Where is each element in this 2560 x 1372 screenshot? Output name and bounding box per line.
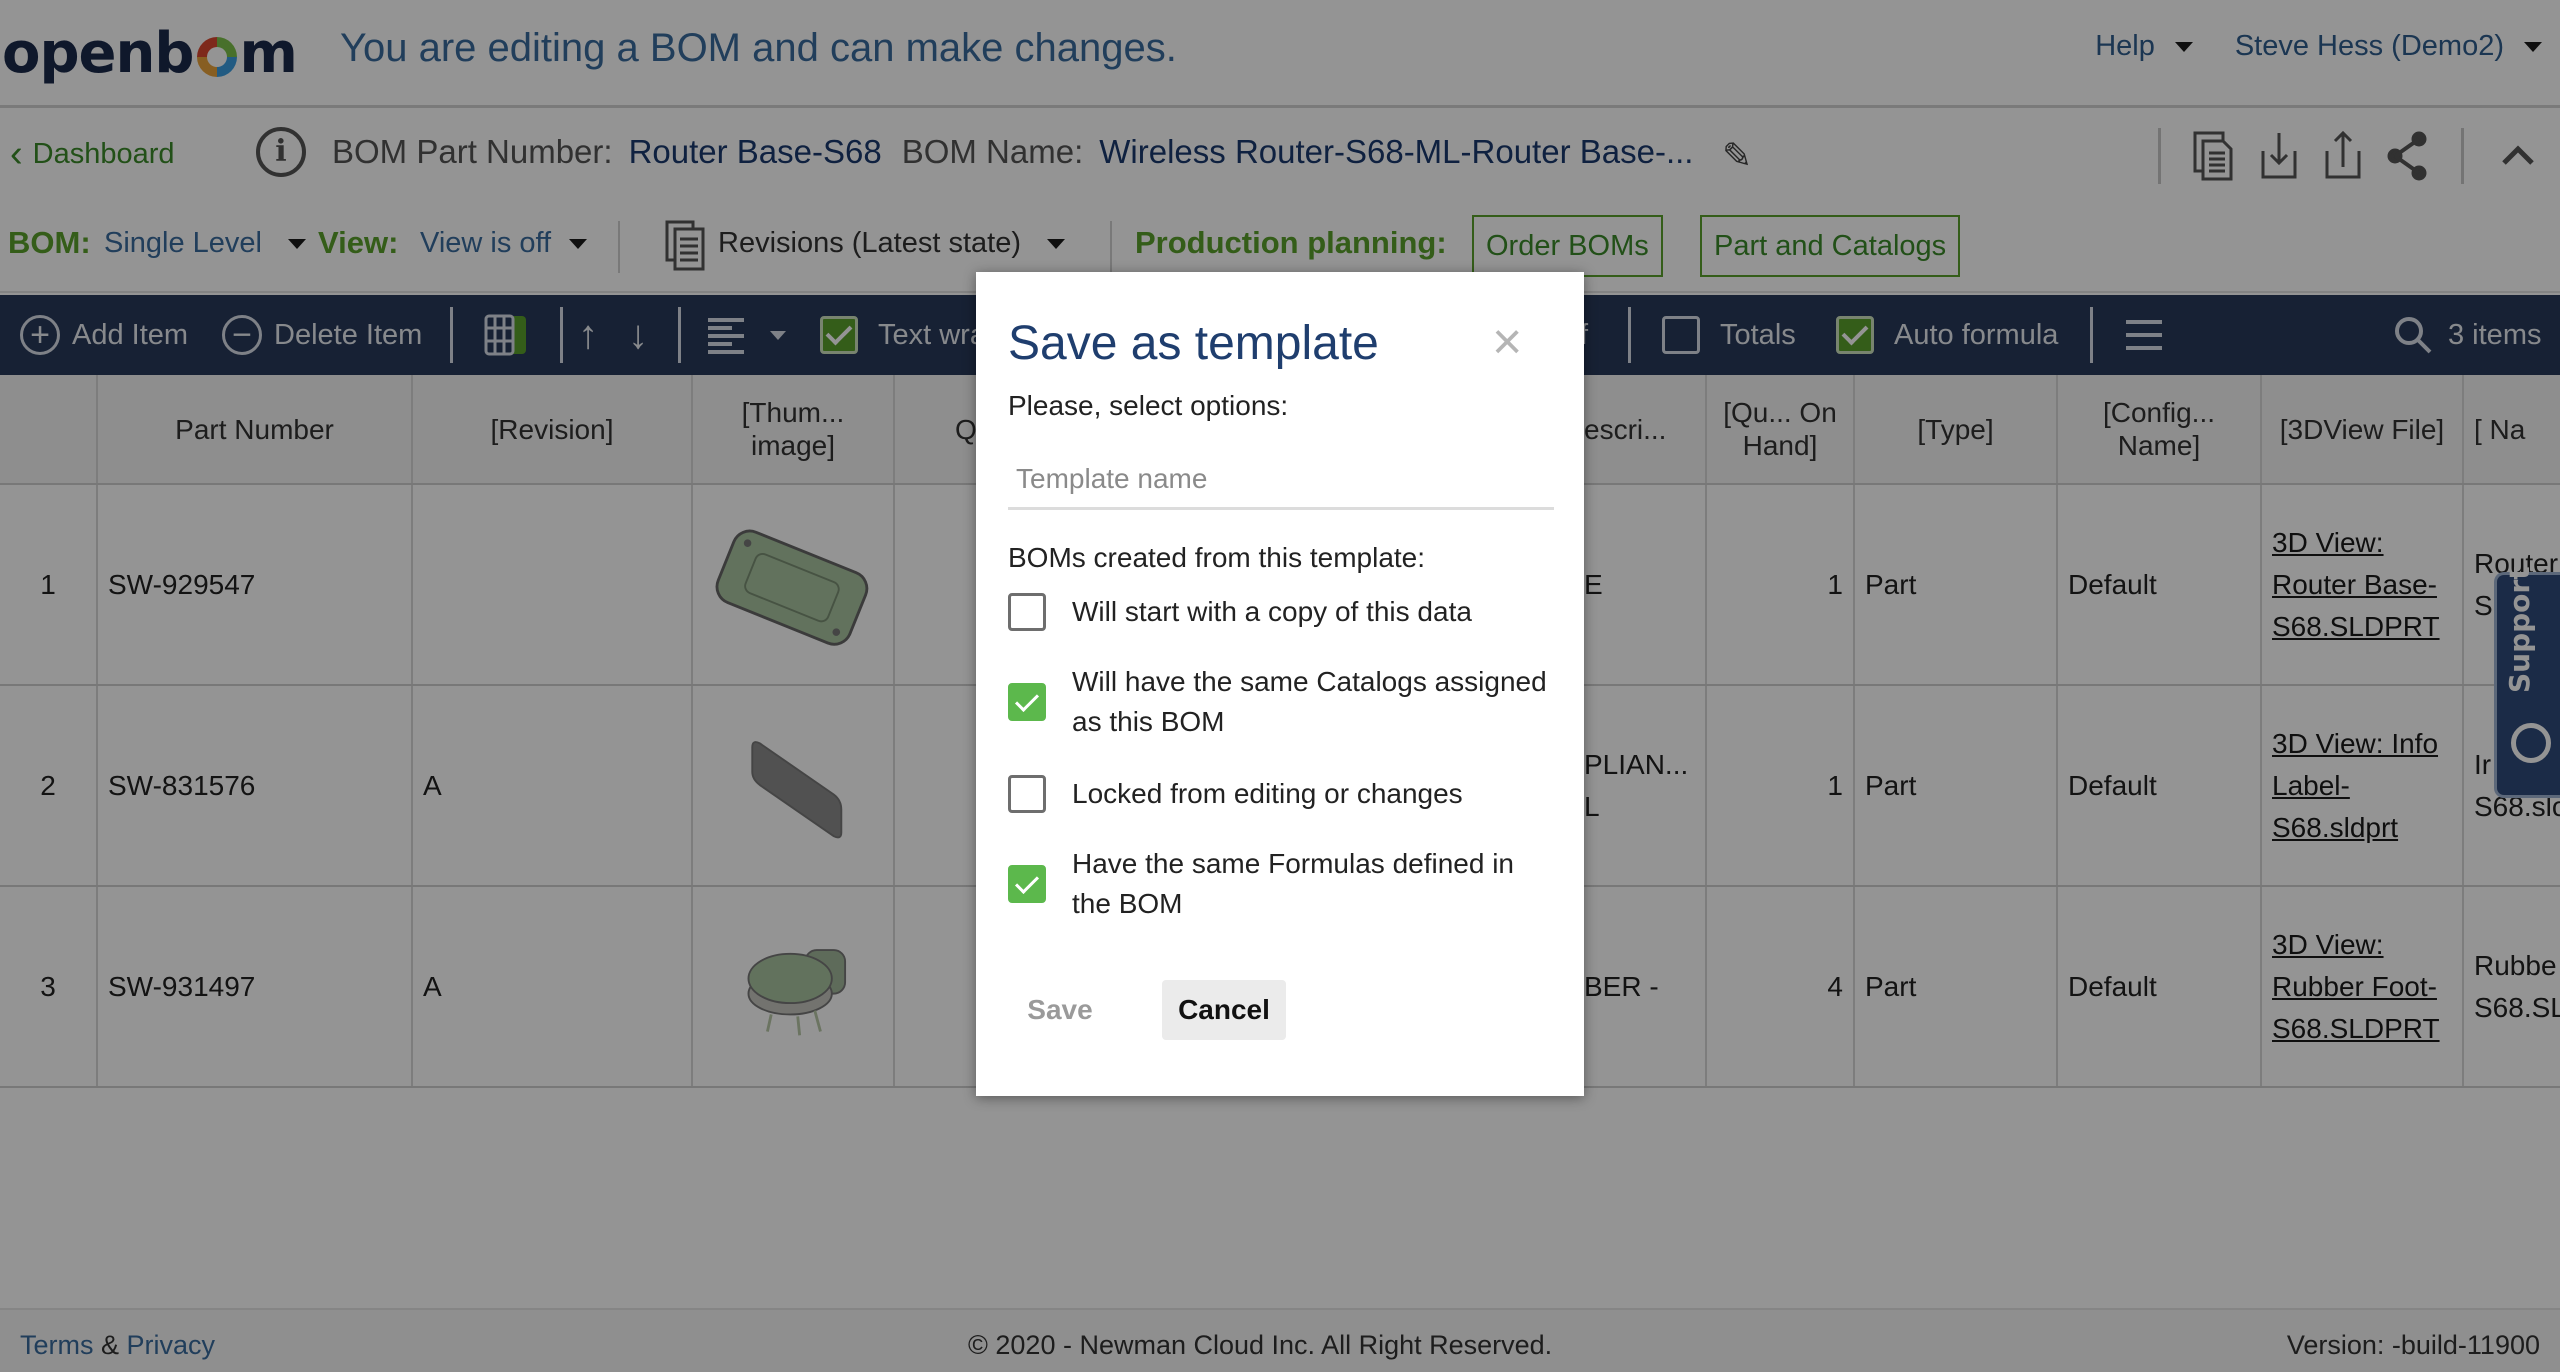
option-same-formulas[interactable]: Have the same Formulas defined in the BO… <box>1008 844 1548 924</box>
save-as-template-dialog: Save as template × Please, select option… <box>976 272 1584 1096</box>
option-label: Locked from editing or changes <box>1072 778 1463 809</box>
option-locked[interactable]: Locked from editing or changes <box>1008 774 1548 814</box>
option-label: Have the same Formulas defined in the BO… <box>1072 848 1514 919</box>
checkbox[interactable] <box>1008 683 1046 721</box>
dialog-title: Save as template <box>1008 317 1379 370</box>
checkbox[interactable] <box>1008 775 1046 813</box>
save-button[interactable]: Save <box>1008 980 1112 1040</box>
options-heading: BOMs created from this template: <box>1008 542 1426 573</box>
option-same-catalogs[interactable]: Will have the same Catalogs assigned as … <box>1008 662 1548 742</box>
checkbox[interactable] <box>1008 593 1046 631</box>
cancel-button[interactable]: Cancel <box>1162 980 1286 1040</box>
dialog-subtitle: Please, select options: <box>1008 390 1289 421</box>
option-label: Will start with a copy of this data <box>1072 596 1472 627</box>
option-copy-data[interactable]: Will start with a copy of this data <box>1008 592 1548 632</box>
close-icon[interactable]: × <box>1492 316 1522 368</box>
checkbox[interactable] <box>1008 865 1046 903</box>
option-label: Will have the same Catalogs assigned as … <box>1072 666 1547 737</box>
template-name-input[interactable] <box>1008 450 1554 510</box>
